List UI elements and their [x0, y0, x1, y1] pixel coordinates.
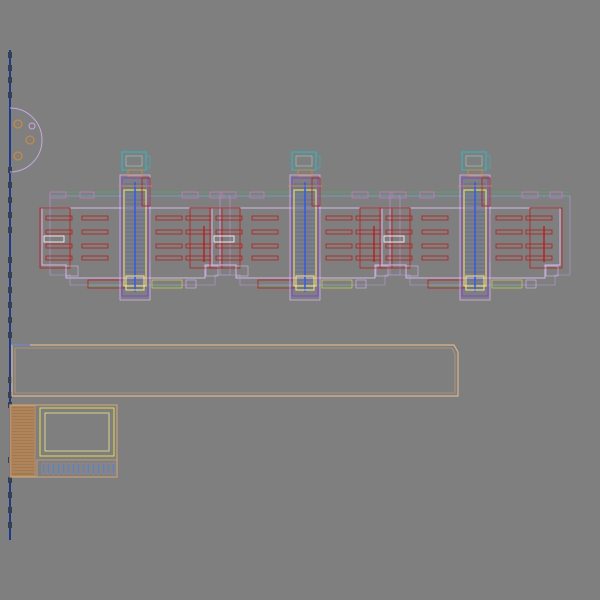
axis-node — [8, 212, 12, 218]
axis-node — [8, 492, 12, 498]
axis-node — [8, 332, 12, 338]
seat-bar — [61, 462, 66, 475]
seat-bar — [41, 462, 46, 475]
site-plan-drawing[interactable] — [0, 0, 600, 600]
axis-node — [8, 507, 12, 513]
axis-node — [8, 197, 12, 203]
axis-node — [8, 227, 12, 233]
court-seating — [41, 462, 116, 475]
seat-bar — [81, 462, 86, 475]
seat-bar — [101, 462, 106, 475]
axis-node — [8, 182, 12, 188]
seat-bar — [66, 462, 71, 475]
cad-canvas[interactable] — [0, 0, 600, 600]
seat-bar — [111, 462, 116, 475]
axis-node — [8, 257, 12, 263]
seat-bar — [46, 462, 51, 475]
axis-node — [8, 317, 12, 323]
axis-node — [8, 92, 12, 98]
seat-bar — [76, 462, 81, 475]
axis-node — [8, 477, 12, 483]
seat-bar — [91, 462, 96, 475]
seat-bar — [71, 462, 76, 475]
axis-node — [8, 77, 12, 83]
axis-node — [8, 302, 12, 308]
axis-node — [8, 52, 12, 58]
axis-node — [8, 65, 12, 71]
seat-bar — [56, 462, 61, 475]
seat-bar — [51, 462, 56, 475]
axis-node — [8, 522, 12, 528]
seat-bar — [106, 462, 111, 475]
axis-node — [8, 287, 12, 293]
seat-bar — [86, 462, 91, 475]
axis-node — [8, 272, 12, 278]
seat-bar — [96, 462, 101, 475]
